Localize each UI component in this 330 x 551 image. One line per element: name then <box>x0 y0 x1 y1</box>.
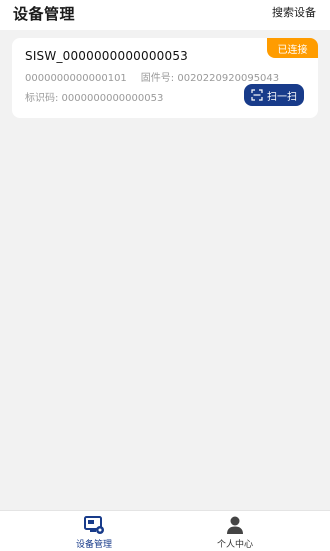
status-badge: 已连接 <box>267 38 318 58</box>
search-device-button[interactable]: 搜索设备 <box>272 4 316 20</box>
device-name: SISW_0000000000000053 <box>25 49 188 63</box>
scan-button-label: 扫一扫 <box>267 91 297 103</box>
firmware-number: 固件号: 0020220920095043 <box>140 73 280 84</box>
identifier-code: 标识码: 0000000000000053 <box>25 93 164 104</box>
tab-profile[interactable]: 个人中心 <box>180 515 290 550</box>
tab-device-management-label: 设备管理 <box>75 540 112 550</box>
tab-device-management[interactable]: 设备管理 <box>39 515 149 550</box>
user-icon <box>227 516 243 534</box>
device-management-icon <box>84 516 104 534</box>
page-title: 设备管理 <box>13 5 76 23</box>
tab-profile-label: 个人中心 <box>216 540 253 550</box>
top-bar: 设备管理 搜索设备 <box>0 0 330 30</box>
device-info-row: 0000000000000101 固件号: 0020220920095043 <box>25 69 279 84</box>
device-number: 0000000000000101 <box>25 73 127 84</box>
bottom-tab-bar: 设备管理 个人中心 <box>0 510 330 551</box>
device-card[interactable]: 已连接 SISW_0000000000000053 00000000000001… <box>12 38 318 118</box>
scan-button[interactable]: 扫一扫 <box>244 84 304 106</box>
scan-icon <box>251 89 263 101</box>
